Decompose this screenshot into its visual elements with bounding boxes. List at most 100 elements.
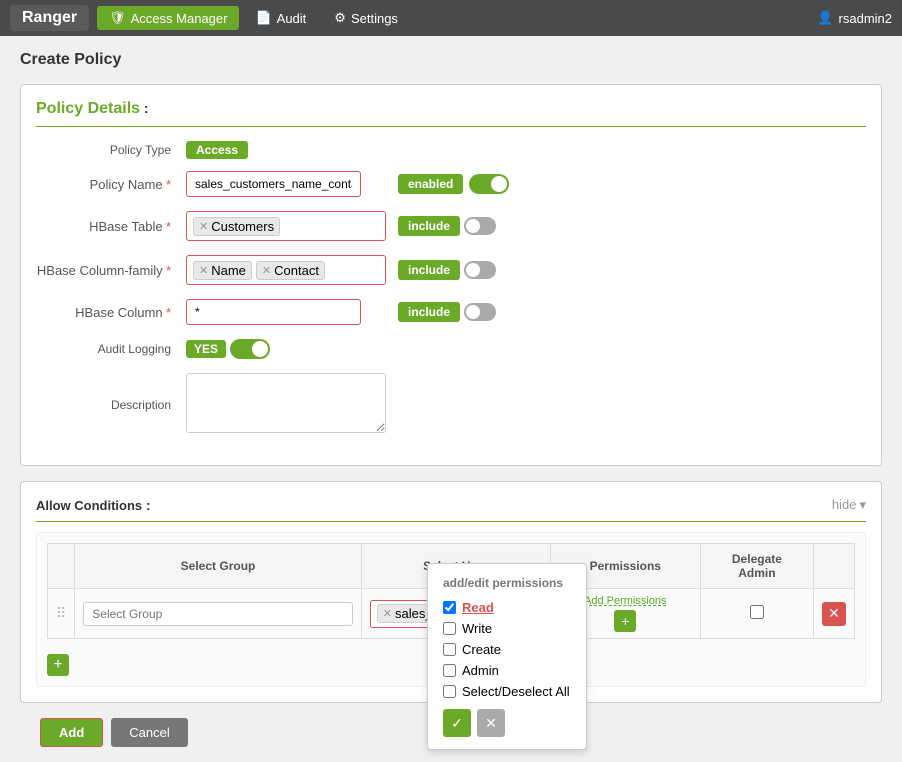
include-badge-table: include — [398, 216, 496, 236]
popup-title: add/edit permissions — [443, 576, 571, 590]
create-checkbox[interactable] — [443, 643, 456, 656]
include-label-col: include — [398, 302, 460, 322]
name-tag-remove[interactable]: ✕ — [199, 264, 208, 277]
description-textarea[interactable] — [186, 373, 386, 433]
admin-label: Admin — [462, 663, 499, 678]
hbase-table-input[interactable]: ✕ Customers — [186, 211, 386, 241]
hbase-cf-row: HBase Column-family * ✕ Name ✕ Contact i… — [36, 255, 866, 285]
col-delegate-admin: DelegateAdmin — [700, 544, 813, 589]
include-toggle-table[interactable] — [464, 217, 496, 235]
policy-details-title: Policy Details : — [36, 100, 866, 127]
policy-type-control: Access — [186, 142, 386, 157]
popup-actions: ✓ ✕ — [443, 709, 571, 737]
page-title: Create Policy — [20, 51, 882, 69]
policy-name-control — [186, 171, 386, 197]
hbase-col-label: HBase Column * — [36, 305, 186, 320]
include-toggle-cf[interactable] — [464, 261, 496, 279]
hbase-table-tag-customers: ✕ Customers — [193, 217, 280, 236]
policy-details-section: Policy Details : Policy Type Access Poli… — [20, 84, 882, 466]
hbase-table-control: ✕ Customers — [186, 211, 386, 241]
popup-write-row: Write — [443, 621, 571, 636]
popup-admin-row: Admin — [443, 663, 571, 678]
description-control — [186, 373, 386, 436]
popup-create-row: Create — [443, 642, 571, 657]
group-select-cell — [75, 589, 362, 639]
add-button[interactable]: Add — [40, 718, 103, 747]
yes-toggle-wrap: YES — [186, 339, 386, 359]
popup-cancel-button[interactable]: ✕ — [477, 709, 505, 737]
nav-user: 👤 rsadmin2 — [817, 10, 892, 26]
delete-row-button[interactable]: ✕ — [822, 602, 846, 626]
doc-icon: 📄 — [255, 10, 271, 26]
brand-logo: Ranger — [10, 5, 89, 31]
allow-conditions-section: Allow Conditions : hide ▾ Select Group S… — [20, 481, 882, 703]
hbase-cf-input[interactable]: ✕ Name ✕ Contact — [186, 255, 386, 285]
audit-logging-control: YES — [186, 339, 386, 359]
select-all-checkbox[interactable] — [443, 685, 456, 698]
audit-logging-label: Audit Logging — [36, 342, 186, 356]
hbase-cf-label: HBase Column-family * — [36, 263, 186, 278]
drag-handle-cell: ⠿ — [48, 589, 75, 639]
policy-name-row: Policy Name * enabled — [36, 171, 866, 197]
yes-label: YES — [186, 340, 226, 358]
delete-cell: ✕ — [814, 589, 855, 639]
hbase-col-row: HBase Column * include — [36, 299, 866, 325]
delegate-admin-cell — [700, 589, 813, 639]
top-nav: Ranger 🛡 Access Manager 📄 Audit ⚙ Settin… — [0, 0, 902, 36]
add-permissions-button[interactable]: + — [614, 610, 636, 632]
policy-type-badge: Access — [186, 141, 248, 159]
col-select-group: Select Group — [75, 544, 362, 589]
group-select-input[interactable] — [83, 602, 353, 626]
popup-read-row: Read — [443, 600, 571, 615]
policy-name-label: Policy Name * — [36, 177, 186, 192]
read-checkbox[interactable] — [443, 601, 456, 614]
include-badge-cf: include — [398, 260, 496, 280]
audit-toggle[interactable] — [230, 339, 270, 359]
include-label-table: include — [398, 216, 460, 236]
hbase-cf-control: ✕ Name ✕ Contact — [186, 255, 386, 285]
write-checkbox[interactable] — [443, 622, 456, 635]
page-container: Create Policy Policy Details : Policy Ty… — [0, 36, 902, 762]
audit-logging-row: Audit Logging YES — [36, 339, 866, 359]
description-row: Description — [36, 373, 866, 436]
drag-handle-icon[interactable]: ⠿ — [56, 605, 66, 621]
hbase-col-input[interactable] — [186, 299, 361, 325]
allow-conditions-title: Allow Conditions : — [36, 497, 866, 522]
policy-type-row: Policy Type Access — [36, 142, 866, 157]
create-label: Create — [462, 642, 501, 657]
customers-tag-remove[interactable]: ✕ — [199, 220, 208, 233]
description-label: Description — [36, 398, 186, 412]
policy-type-label: Policy Type — [36, 143, 186, 157]
cancel-button[interactable]: Cancel — [111, 718, 187, 747]
enabled-toggle[interactable] — [469, 174, 509, 194]
include-badge-col: include — [398, 302, 496, 322]
sales-user1-remove[interactable]: ✕ — [383, 607, 392, 620]
user-icon: 👤 — [817, 10, 833, 26]
col-action — [814, 544, 855, 589]
hbase-col-control — [186, 299, 386, 325]
popup-select-all-row: Select/Deselect All — [443, 684, 571, 699]
nav-settings[interactable]: ⚙ Settings — [322, 6, 410, 30]
hbase-cf-tag-name: ✕ Name — [193, 261, 252, 280]
hbase-cf-tag-contact: ✕ Contact — [256, 261, 325, 280]
select-all-label: Select/Deselect All — [462, 684, 570, 699]
policy-name-input[interactable] — [186, 171, 361, 197]
delegate-admin-checkbox[interactable] — [750, 605, 764, 619]
contact-tag-remove[interactable]: ✕ — [262, 264, 271, 277]
include-label-cf: include — [398, 260, 460, 280]
permissions-popup: add/edit permissions Read Write Create A… — [427, 563, 587, 750]
shield-icon: 🛡 — [109, 10, 126, 26]
popup-ok-button[interactable]: ✓ — [443, 709, 471, 737]
read-label: Read — [462, 600, 494, 615]
write-label: Write — [462, 621, 492, 636]
hbase-table-label: HBase Table * — [36, 219, 186, 234]
add-row-button[interactable]: + — [47, 654, 69, 676]
nav-audit[interactable]: 📄 Audit — [243, 6, 318, 30]
gear-icon: ⚙ — [334, 10, 346, 26]
admin-checkbox[interactable] — [443, 664, 456, 677]
nav-access-manager[interactable]: 🛡 Access Manager — [97, 6, 239, 30]
nav-items: 🛡 Access Manager 📄 Audit ⚙ Settings — [97, 6, 410, 30]
hide-link[interactable]: hide ▾ — [832, 497, 866, 513]
include-toggle-col[interactable] — [464, 303, 496, 321]
col-drag — [48, 544, 75, 589]
